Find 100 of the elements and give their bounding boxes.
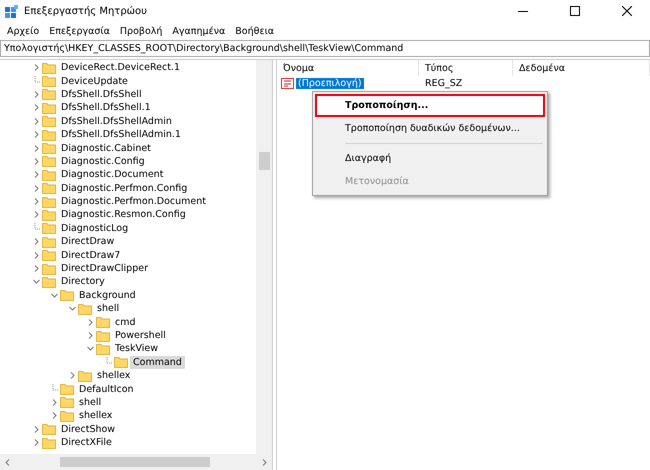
string-value-icon [281,78,294,88]
close-icon [622,6,632,16]
menu-item[interactable]: Επεξεργασία [44,26,115,36]
tree-item[interactable]: shell [94,302,122,316]
tree-item[interactable]: DirectDrawClipper [58,262,151,276]
tree-item[interactable]: DirectDraw [58,235,118,248]
tree-item[interactable]: DiagnosticLog [58,222,132,235]
vertical-scrollbar[interactable] [256,60,272,454]
column-header[interactable]: Δεδομένα [513,60,650,76]
chevron-right-icon[interactable] [32,144,40,152]
chevron-down-icon[interactable] [50,292,58,299]
folder-icon [42,115,56,128]
chevron-right-icon[interactable] [86,318,94,326]
tree-item[interactable]: DfsShell.DfsShell.1 [58,101,154,114]
chevron-right-icon[interactable] [32,211,40,218]
column-header[interactable]: Όνομα [277,60,419,76]
chevron-left-icon[interactable] [4,458,11,466]
folder-icon [42,236,56,248]
maximize-icon [570,6,580,16]
tree-item[interactable]: DirectShow [58,422,118,436]
chevron-right-icon[interactable] [68,372,76,380]
folder-icon [60,383,74,396]
chevron-right-icon[interactable] [32,104,40,112]
chevron-right-icon[interactable] [32,426,40,433]
chevron-right-icon[interactable] [261,458,268,466]
chevron-right-icon[interactable] [32,118,40,125]
folder-icon [42,222,56,234]
chevron-down-icon[interactable] [32,278,40,286]
menu-item[interactable]: Αρχείο [2,26,44,36]
column-header[interactable]: Τύπος [419,60,513,76]
folder-icon [42,262,56,275]
context-menu-item[interactable]: Τροποποίηση δυαδικών δεδομένων... [315,117,545,140]
tree-item[interactable]: DirectDraw7 [58,248,124,262]
folder-icon [42,168,56,181]
tree-item[interactable]: Background [76,288,139,302]
window-title: Επεξεργαστής Μητρώου [24,6,148,16]
tree-item[interactable]: Diagnostic.Perfmon.Config [58,182,190,195]
folder-icon [60,396,74,408]
chevron-right-icon[interactable] [32,184,40,192]
folder-icon [42,75,56,88]
chevron-right-icon[interactable] [32,252,40,259]
chevron-right-icon[interactable] [86,332,94,339]
tree-item[interactable]: Directory [58,275,108,288]
folder-icon [60,289,74,302]
menu-item[interactable]: Αγαπημένα [167,26,230,36]
registry-app-icon [5,4,18,18]
tree-item[interactable]: DeviceUpdate [58,74,131,88]
tree-item[interactable]: Diagnostic.Config [58,154,148,168]
tree-item[interactable]: shellex [94,369,134,382]
folder-icon [42,436,56,449]
chevron-right-icon[interactable] [32,439,40,446]
folder-icon [42,249,56,262]
folder-icon [42,155,56,168]
chevron-right-icon[interactable] [50,398,58,406]
folder-icon [42,276,56,288]
tree-item[interactable]: shell [76,396,104,409]
address-field[interactable]: Υπολογιστής\HKEY_CLASSES_ROOT\Directory\Background\shell\TeskView\Command [0,40,650,57]
chevron-down-icon[interactable] [68,305,76,312]
folder-icon [114,356,128,368]
folder-icon [42,62,56,74]
tree-item[interactable]: DeviceRect.DeviceRect.1 [58,61,183,74]
table-cell-text: REG_SZ [424,78,464,88]
tree-item[interactable]: DfsShell.DfsShellAdmin.1 [58,128,184,142]
folder-icon [42,196,56,208]
context-menu-item[interactable]: Διαγραφή [315,147,545,170]
tree-item[interactable]: DfsShell.DfsShell [58,88,145,101]
menu-item[interactable]: Βοήθεια [230,26,280,36]
chevron-down-icon[interactable] [86,345,94,352]
tree-item[interactable]: DfsShell.DfsShellAdmin [58,114,175,128]
menu-item[interactable]: Προβολή [114,26,168,36]
tree-item[interactable]: Command [130,356,185,369]
tree-item[interactable]: Powershell [112,329,169,342]
chevron-right-icon[interactable] [32,265,40,272]
tree-item[interactable]: cmd [112,316,139,329]
folder-icon [42,102,56,114]
folder-icon [96,316,110,328]
chevron-right-icon[interactable] [32,171,40,178]
chevron-right-icon[interactable] [50,412,58,420]
folder-icon [42,88,56,100]
tree-item[interactable]: shellex [76,409,116,422]
tree-item[interactable]: Diagnostic.Resmon.Config [58,208,189,222]
folder-icon [60,410,74,422]
chevron-right-icon[interactable] [32,90,40,98]
chevron-right-icon[interactable] [32,158,40,165]
tree-item[interactable]: Diagnostic.Cabinet [58,142,154,155]
tree-item[interactable]: TeskView [112,342,162,356]
tree-item[interactable]: DirectXFile [58,436,115,450]
tree-item[interactable]: DefaultIcon [76,382,137,396]
chevron-right-icon[interactable] [32,198,40,206]
horizontal-scrollbar[interactable] [0,454,272,470]
chevron-right-icon[interactable] [32,64,40,72]
context-menu-item[interactable]: Τροποποίηση... [315,94,545,117]
value-name[interactable]: (Προεπιλογή) [296,78,364,88]
chevron-right-icon[interactable] [32,238,40,246]
folder-icon [42,128,56,141]
chevron-right-icon[interactable] [32,131,40,138]
folder-icon [42,208,56,221]
tree-item[interactable]: Diagnostic.Perfmon.Document [58,195,210,208]
folder-icon [42,182,56,194]
tree-item[interactable]: Diagnostic.Document [58,168,166,182]
